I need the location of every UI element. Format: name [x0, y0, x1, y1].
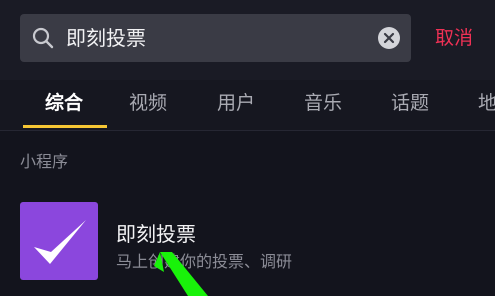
tab-users[interactable]: 用户	[217, 80, 255, 126]
tab-bar: 综合 视频 用户 音乐 话题 地	[0, 80, 495, 131]
search-query[interactable]: 即刻投票	[66, 14, 146, 62]
cancel-button[interactable]: 取消	[428, 14, 480, 62]
search-icon	[32, 27, 54, 49]
active-tab-indicator	[23, 125, 107, 128]
tab-video[interactable]: 视频	[129, 80, 167, 126]
tab-music[interactable]: 音乐	[304, 80, 342, 126]
checkmark-icon	[34, 220, 86, 264]
search-header: 即刻投票 取消	[0, 0, 495, 80]
result-title: 即刻投票	[116, 222, 196, 246]
result-description: 马上创建你的投票、调研	[116, 252, 293, 271]
section-title-mini-programs: 小程序	[20, 152, 69, 171]
tab-location[interactable]: 地	[478, 80, 495, 126]
search-input[interactable]: 即刻投票	[20, 14, 411, 62]
clear-icon[interactable]	[378, 27, 400, 49]
mini-program-result[interactable]: 即刻投票 马上创建你的投票、调研	[0, 190, 495, 296]
app-logo	[20, 202, 98, 280]
tab-comprehensive[interactable]: 综合	[45, 80, 83, 126]
tab-topics[interactable]: 话题	[391, 80, 429, 126]
